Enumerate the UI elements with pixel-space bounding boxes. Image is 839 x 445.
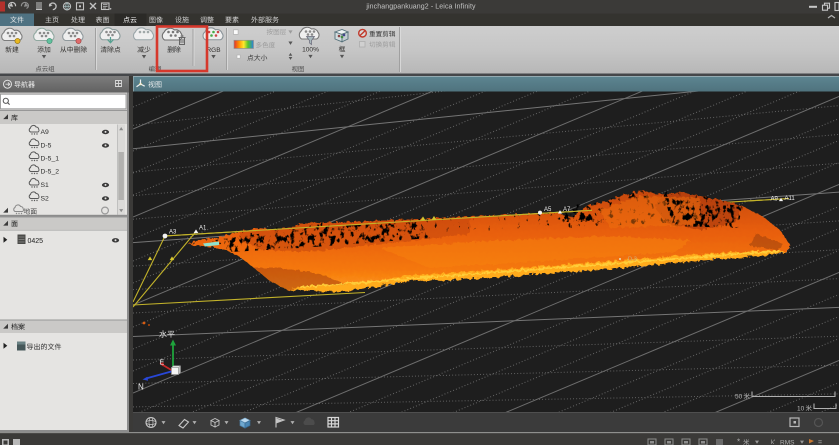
svg-text:A5: A5: [544, 207, 552, 213]
svg-text:D-5: D-5: [41, 143, 52, 150]
svg-text:0425: 0425: [28, 238, 44, 245]
svg-text:A9: A9: [771, 197, 779, 203]
svg-text:A9: A9: [41, 129, 50, 136]
svg-text:A11: A11: [785, 196, 796, 202]
svg-text:S2: S2: [41, 196, 50, 203]
svg-text:A1: A1: [199, 226, 207, 232]
svg-text:D-3: D-3: [628, 257, 637, 263]
svg-text:100%: 100%: [302, 47, 319, 54]
svg-text:S1: S1: [41, 182, 50, 189]
svg-text:jinchangpankuang2 - Leica Infi: jinchangpankuang2 - Leica Infinity: [365, 3, 476, 10]
svg-text:A7: A7: [563, 207, 571, 213]
svg-text:RGB: RGB: [206, 47, 220, 54]
svg-text:k': k': [771, 440, 775, 445]
svg-text:RMS: RMS: [780, 440, 795, 445]
svg-text:A3: A3: [169, 230, 177, 236]
svg-text:N: N: [138, 383, 144, 392]
svg-text:D-5_2: D-5_2: [41, 169, 60, 176]
svg-text:=: =: [818, 440, 822, 445]
svg-text:50: 50: [735, 394, 743, 401]
svg-text:E: E: [160, 360, 165, 367]
svg-text:D-5_1: D-5_1: [41, 156, 60, 163]
svg-text:10: 10: [797, 406, 805, 413]
svg-text:*: *: [737, 438, 740, 445]
